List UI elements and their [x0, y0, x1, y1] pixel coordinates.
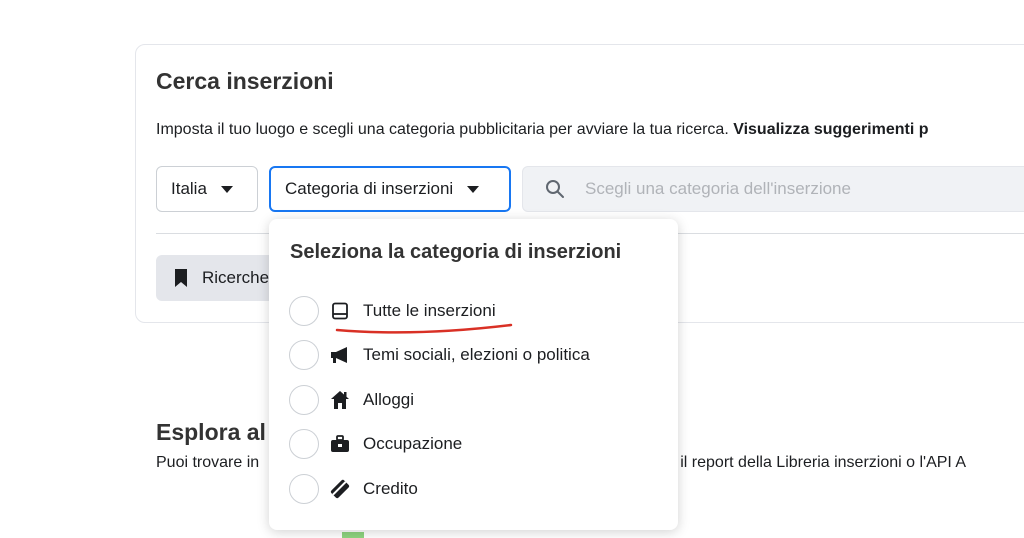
search-input[interactable] [583, 178, 1007, 200]
search-description-text: Imposta il tuo luogo e scegli una catego… [156, 121, 734, 138]
caret-down-icon [467, 185, 480, 193]
option-label: Occupazione [363, 434, 463, 453]
option-credit[interactable]: Credito [289, 471, 659, 507]
category-dropdown: Seleziona la categoria di inserzioni Tut… [269, 219, 678, 530]
suggestions-link[interactable]: Visualizza suggerimenti p [733, 121, 928, 138]
radio-button[interactable] [289, 474, 319, 504]
category-value: Categoria di inserzioni [285, 179, 454, 198]
megaphone-icon [329, 344, 351, 366]
briefcase-icon [329, 433, 351, 455]
country-value: Italia [171, 179, 207, 198]
saved-searches-label: Ricerche [202, 268, 270, 287]
radio-button[interactable] [289, 385, 319, 415]
country-select[interactable]: Italia [156, 166, 258, 212]
option-housing[interactable]: Alloggi [289, 382, 659, 418]
credit-card-icon [329, 478, 351, 500]
partial-image [342, 532, 364, 538]
explore-text: Puoi trovare in [156, 454, 260, 471]
radio-button[interactable] [289, 429, 319, 459]
radio-button[interactable] [289, 340, 319, 370]
explore-text-tail: do il report della Libreria inserzioni o… [658, 454, 967, 471]
bookmark-icon [175, 269, 187, 287]
option-label: Tutte le inserzioni [363, 301, 496, 320]
category-select[interactable]: Categoria di inserzioni [269, 166, 511, 212]
radio-button[interactable] [289, 296, 319, 326]
search-description: Imposta il tuo luogo e scegli una catego… [156, 121, 929, 139]
option-label: Temi sociali, elezioni o politica [363, 345, 590, 364]
option-label: Alloggi [363, 390, 415, 409]
search-field[interactable] [522, 166, 1024, 212]
option-social-issues[interactable]: Temi sociali, elezioni o politica [289, 337, 659, 373]
option-employment[interactable]: Occupazione [289, 426, 659, 462]
page-title: Cerca inserzioni [156, 68, 334, 94]
monitor-icon [329, 300, 351, 322]
dropdown-title: Seleziona la categoria di inserzioni [290, 241, 622, 263]
search-icon [546, 180, 564, 198]
caret-down-icon [220, 185, 233, 193]
option-label: Credito [363, 479, 418, 498]
house-icon [329, 389, 351, 411]
explore-title: Esplora al [156, 419, 266, 445]
red-underline-annotation [335, 323, 513, 334]
